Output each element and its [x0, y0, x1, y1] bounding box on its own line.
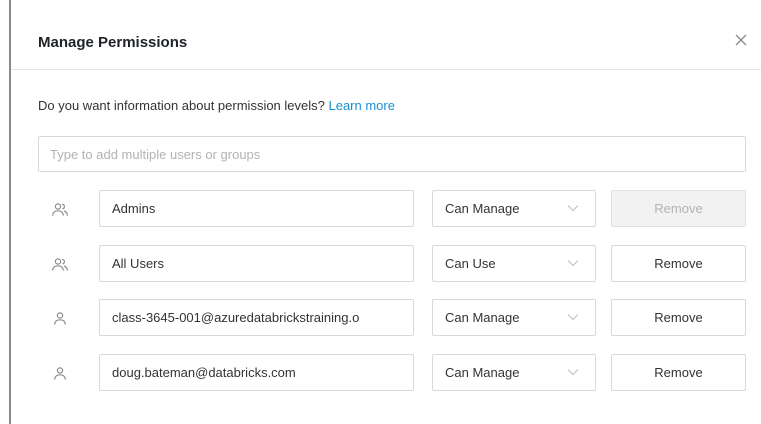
- chevron-down-icon: [567, 259, 579, 267]
- chevron-down-icon: [567, 204, 579, 212]
- permission-info-question: Do you want information about permission…: [38, 98, 329, 113]
- permission-info-text: Do you want information about permission…: [38, 98, 395, 113]
- permission-row-doug-bateman: doug.bateman@databricks.com Can Manage R…: [11, 353, 761, 409]
- dialog-header: Manage Permissions: [11, 20, 761, 70]
- principal-name-field: class-3645-001@azuredatabrickstraining.o: [99, 299, 414, 336]
- permission-level-select[interactable]: Can Manage: [432, 299, 596, 336]
- permission-level-select[interactable]: Can Use: [432, 244, 596, 282]
- manage-permissions-dialog: Manage Permissions Do you want informati…: [11, 0, 761, 424]
- chevron-down-icon: [567, 313, 579, 321]
- user-icon: [50, 364, 70, 384]
- principal-name-field: doug.bateman@databricks.com: [99, 353, 414, 391]
- learn-more-link[interactable]: Learn more: [328, 98, 394, 113]
- permission-level-value: Can Use: [445, 255, 496, 271]
- permission-level-select[interactable]: Can Manage: [432, 353, 596, 391]
- principal-name-field: All Users: [99, 244, 414, 282]
- remove-button: Remove: [611, 190, 746, 227]
- permission-level-value: Can Manage: [445, 201, 520, 216]
- principal-name-field: Admins: [99, 190, 414, 227]
- remove-button[interactable]: Remove: [611, 299, 746, 336]
- add-users-input[interactable]: [38, 136, 746, 172]
- permission-level-value: Can Manage: [445, 310, 520, 325]
- group-icon: [50, 200, 70, 220]
- user-icon: [50, 309, 70, 329]
- permission-row-all-users: All Users Can Use Remove: [11, 244, 761, 300]
- group-icon: [50, 255, 70, 275]
- permission-row-admins: Admins Can Manage Remove: [11, 190, 761, 245]
- permission-level-select[interactable]: Can Manage: [432, 190, 596, 227]
- permission-level-value: Can Manage: [445, 364, 520, 380]
- permissions-list: Admins Can Manage Remove All Users Can U…: [11, 190, 761, 408]
- remove-button[interactable]: Remove: [611, 353, 746, 391]
- chevron-down-icon: [567, 368, 579, 376]
- close-icon: [735, 34, 747, 46]
- dialog-title: Manage Permissions: [38, 34, 188, 51]
- close-button[interactable]: [733, 32, 749, 48]
- permission-row-class-user: class-3645-001@azuredatabrickstraining.o…: [11, 299, 761, 354]
- remove-button[interactable]: Remove: [611, 244, 746, 282]
